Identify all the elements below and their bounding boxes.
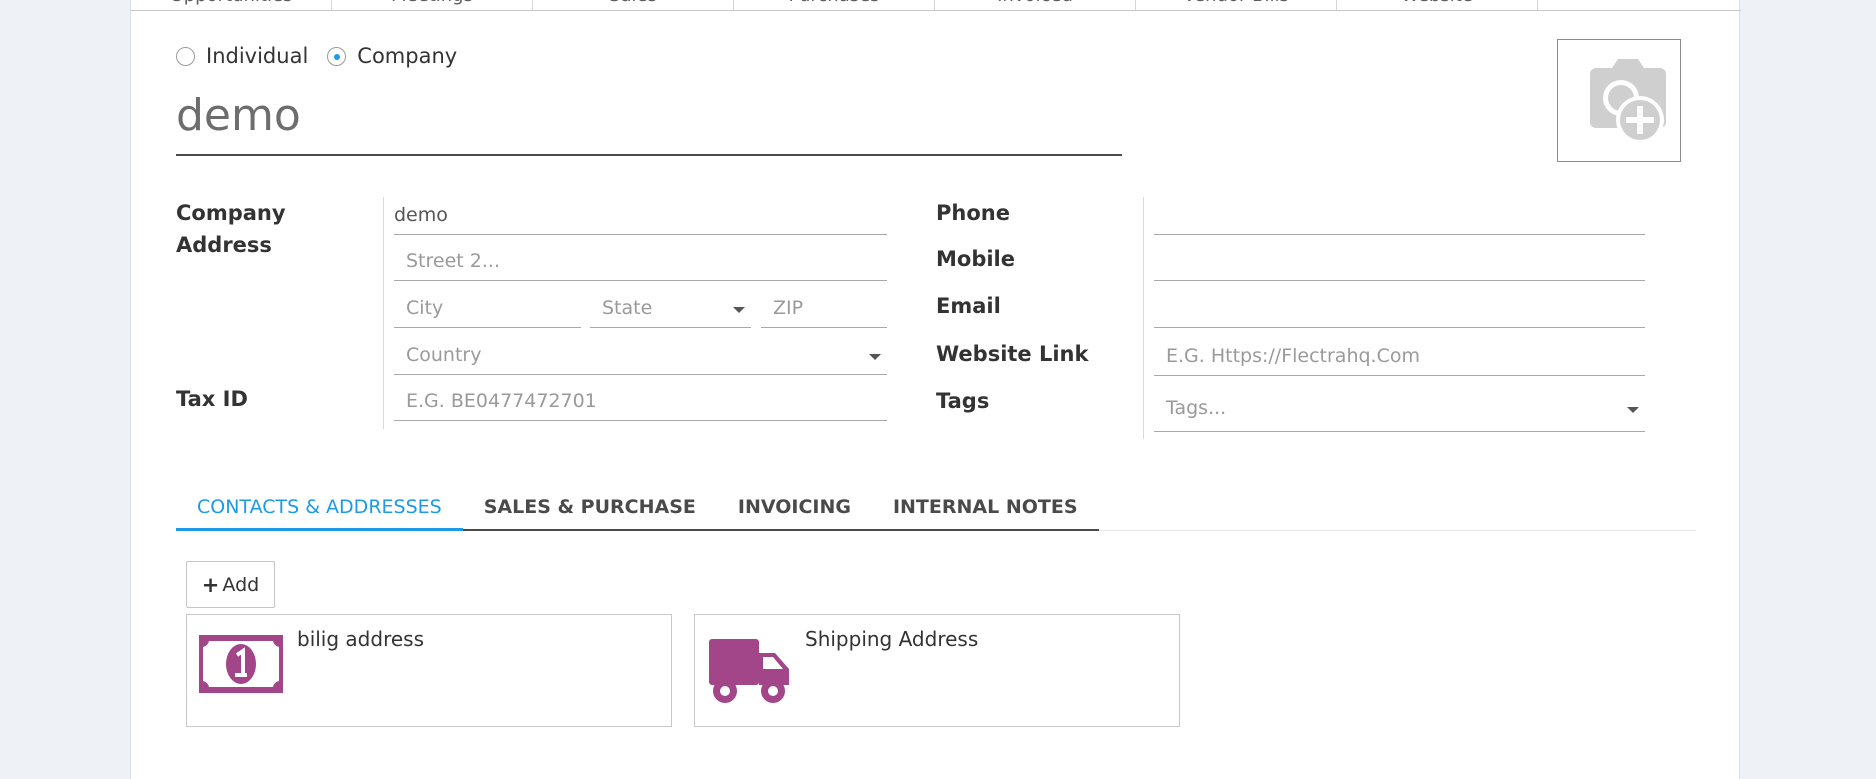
contact-card[interactable]: Shipping Address — [694, 614, 1180, 727]
mobile-input[interactable] — [1154, 243, 1645, 281]
contact-card[interactable]: bilig address — [186, 614, 672, 727]
email-input[interactable] — [1154, 290, 1645, 328]
notebook-tabs: CONTACTS & ADDRESSES SALES & PURCHASE IN… — [176, 483, 1099, 531]
street2-input[interactable]: Street 2... — [394, 243, 887, 281]
chevron-down-icon — [733, 307, 745, 313]
stat-button-sales[interactable]: Sales — [533, 0, 734, 10]
stat-button-website[interactable]: Website — [1337, 0, 1538, 10]
tab-invoicing[interactable]: INVOICING — [717, 483, 872, 529]
email-label: Email — [936, 294, 1001, 318]
truck-icon — [709, 639, 789, 703]
radio-individual[interactable] — [176, 46, 195, 66]
chevron-down-icon — [869, 354, 881, 360]
money-bill-icon — [199, 635, 283, 693]
phone-label: Phone — [936, 201, 1010, 225]
camera-plus-icon — [1590, 59, 1666, 144]
phone-input[interactable] — [1154, 197, 1645, 235]
country-select[interactable]: Country — [394, 337, 887, 375]
website-label: Website Link — [936, 342, 1089, 366]
zip-input[interactable]: ZIP — [761, 290, 887, 328]
website-input[interactable]: E.G. Https://Flectrahq.Com — [1154, 338, 1645, 376]
right-group-divider — [1143, 197, 1144, 439]
company-address-label: Company Address — [176, 201, 286, 257]
tags-select-placeholder: Tags... — [1166, 397, 1227, 419]
street-input[interactable]: demo — [394, 197, 887, 235]
mobile-label: Mobile — [936, 247, 1015, 271]
tab-internal-notes[interactable]: INTERNAL NOTES — [872, 483, 1099, 529]
company-type-selector: Individual Company — [176, 44, 476, 68]
stat-button-vendor-bills[interactable]: Vendor Bills — [1136, 0, 1337, 10]
stat-button-strip: Opportunities Meetings Sales Purchases I… — [131, 0, 1741, 11]
contact-card-title: bilig address — [297, 627, 424, 651]
stat-button-opportunities[interactable]: Opportunities — [131, 0, 332, 10]
stat-button-purchases[interactable]: Purchases — [734, 0, 935, 10]
country-select-placeholder: Country — [406, 344, 482, 366]
tags-label: Tags — [936, 389, 990, 413]
state-select[interactable]: State — [590, 290, 751, 328]
tax-id-input[interactable]: E.G. BE0477472701 — [394, 383, 887, 421]
tab-sales-purchase[interactable]: SALES & PURCHASE — [463, 483, 717, 529]
city-input[interactable]: City — [394, 290, 581, 328]
stat-button-invoiced[interactable]: Invoiced — [935, 0, 1136, 10]
tab-contacts-addresses[interactable]: CONTACTS & ADDRESSES — [176, 483, 463, 531]
left-group-divider — [383, 197, 384, 429]
add-contact-button[interactable]: + Add — [186, 561, 275, 608]
add-contact-button-label: Add — [222, 573, 260, 596]
chevron-down-icon — [1627, 407, 1639, 413]
form-sheet: Opportunities Meetings Sales Purchases I… — [130, 0, 1741, 779]
stat-button-meetings[interactable]: Meetings — [332, 0, 533, 10]
contact-card-title: Shipping Address — [805, 627, 979, 651]
partner-name-input[interactable]: demo — [176, 86, 1122, 156]
tax-id-label: Tax ID — [176, 387, 248, 411]
state-select-placeholder: State — [602, 297, 653, 319]
radio-company-label[interactable]: Company — [357, 44, 457, 68]
radio-company[interactable] — [327, 46, 347, 66]
tags-select[interactable]: Tags... — [1154, 387, 1645, 432]
avatar-upload[interactable] — [1557, 39, 1681, 162]
plus-icon: + — [201, 572, 220, 597]
radio-individual-label[interactable]: Individual — [206, 44, 308, 68]
